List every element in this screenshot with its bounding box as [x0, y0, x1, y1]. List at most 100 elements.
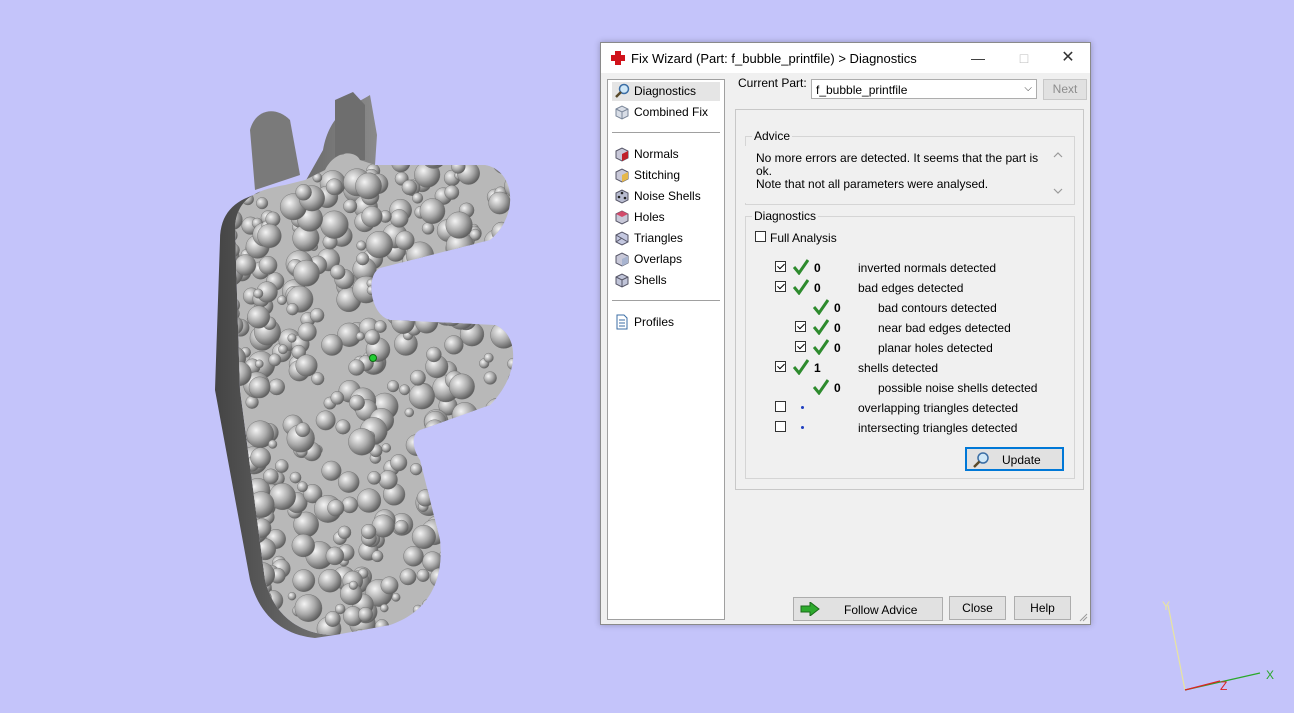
- full-analysis-checkbox[interactable]: [755, 231, 766, 242]
- bubble-f-model: [215, 92, 514, 638]
- row-count: 0: [834, 301, 841, 315]
- nav-item-label: Normals: [634, 147, 679, 161]
- holes-cube-icon: [615, 210, 629, 225]
- nav-item-combined-fix[interactable]: Combined Fix: [612, 103, 720, 122]
- title-bar[interactable]: Fix Wizard (Part: f_bubble_printfile) > …: [601, 43, 1090, 73]
- z-axis-label: Z: [1220, 679, 1228, 693]
- row-label: possible noise shells detected: [878, 381, 1038, 395]
- maximize-icon: □: [1019, 50, 1029, 66]
- row-label: overlapping triangles detected: [858, 401, 1019, 415]
- advice-line: Note that not all parameters were analys…: [756, 177, 989, 191]
- window-close-button[interactable]: ✕: [1045, 43, 1091, 73]
- current-part-select[interactable]: f_bubble_printfile ⌵: [811, 79, 1037, 99]
- current-part-value: f_bubble_printfile: [816, 83, 908, 97]
- nav-item-label: Stitching: [634, 168, 681, 182]
- nav-item-label: Combined Fix: [634, 105, 709, 119]
- row-checkbox[interactable]: [775, 281, 786, 292]
- row-checkbox[interactable]: [775, 421, 786, 432]
- pending-dot-icon: [801, 426, 804, 429]
- row-label: bad edges detected: [858, 281, 964, 295]
- stitching-cube-icon: [615, 168, 629, 183]
- overlaps-cube-icon: [615, 252, 629, 267]
- row-checkbox[interactable]: [775, 261, 786, 272]
- chevron-down-icon: ⌵: [1024, 83, 1032, 94]
- row-checkbox[interactable]: [795, 341, 806, 352]
- row-count: 0: [834, 341, 841, 355]
- red-cross-icon: [611, 51, 625, 65]
- row-label: shells detected: [858, 361, 939, 375]
- wizard-nav-list: Diagnostics Combined Fix Normals Stitchi…: [607, 79, 725, 620]
- nav-item-overlaps[interactable]: Overlaps: [612, 250, 720, 269]
- fix-wizard-dialog: Fix Wizard (Part: f_bubble_printfile) > …: [600, 42, 1091, 625]
- update-button[interactable]: Update: [965, 447, 1064, 471]
- row-checkbox[interactable]: [795, 321, 806, 332]
- row-checkbox[interactable]: [775, 401, 786, 412]
- green-check-icon: [793, 359, 809, 375]
- magnifier-icon: [615, 83, 630, 98]
- row-checkbox[interactable]: [775, 361, 786, 372]
- dialog-title: Fix Wizard (Part: f_bubble_printfile) > …: [631, 51, 917, 66]
- close-icon: ✕: [1061, 49, 1075, 66]
- green-check-icon: [793, 279, 809, 295]
- pending-dot-icon: [801, 406, 804, 409]
- close-button[interactable]: Close: [949, 596, 1006, 620]
- row-label: bad contours detected: [878, 301, 997, 315]
- nav-item-label: Shells: [634, 273, 667, 287]
- nav-item-normals[interactable]: Normals: [612, 145, 720, 164]
- minimize-icon: —: [971, 50, 985, 66]
- minimize-button[interactable]: —: [955, 43, 1001, 73]
- y-axis-label: Y: [1162, 599, 1171, 613]
- row-count: 0: [814, 261, 821, 275]
- nav-separator: [612, 132, 720, 133]
- diagnostics-group-title: Diagnostics: [752, 209, 819, 223]
- maximize-button: □: [1001, 43, 1047, 73]
- nav-item-label: Triangles: [634, 231, 683, 245]
- row-label: inverted normals detected: [858, 261, 997, 275]
- profiles-document-icon: [616, 314, 628, 330]
- row-count: 0: [834, 321, 841, 335]
- nav-item-shells[interactable]: Shells: [612, 271, 720, 290]
- shells-cube-icon: [615, 273, 629, 288]
- green-check-icon: [813, 319, 829, 335]
- orientation-axes: Y X Z: [1150, 595, 1280, 708]
- row-count: 0: [834, 381, 841, 395]
- nav-item-label: Holes: [634, 210, 665, 224]
- update-label: Update: [1002, 453, 1041, 467]
- nav-item-triangles[interactable]: Triangles: [612, 229, 720, 248]
- normals-cube-icon: [615, 147, 629, 162]
- noise-shells-cube-icon: [615, 189, 629, 204]
- row-count: 0: [814, 281, 821, 295]
- triangles-cube-icon: [615, 231, 629, 246]
- full-analysis-label: Full Analysis: [770, 231, 837, 245]
- nav-item-label: Profiles: [634, 315, 675, 329]
- nav-separator: [612, 300, 720, 301]
- row-label: planar holes detected: [878, 341, 993, 355]
- row-label: intersecting triangles detected: [858, 421, 1018, 435]
- green-check-icon: [793, 259, 809, 275]
- nav-item-noise-shells[interactable]: Noise Shells: [612, 187, 720, 206]
- advice-text: No more errors are detected. It seems th…: [756, 152, 1046, 191]
- help-button[interactable]: Help: [1014, 596, 1071, 620]
- nav-item-label: Overlaps: [634, 252, 683, 266]
- row-count: 1: [814, 361, 821, 375]
- green-arrow-icon: [800, 602, 820, 616]
- follow-advice-label: Follow Advice: [844, 603, 918, 617]
- nav-item-profiles[interactable]: Profiles: [612, 313, 720, 332]
- nav-item-diagnostics[interactable]: Diagnostics: [612, 82, 720, 101]
- next-button: Next: [1043, 79, 1087, 100]
- resize-grip-icon[interactable]: [1078, 612, 1088, 622]
- nav-item-stitching[interactable]: Stitching: [612, 166, 720, 185]
- magnifier-icon: [973, 452, 989, 468]
- advice-group-title: Advice: [752, 129, 793, 143]
- row-label: near bad edges detected: [878, 321, 1011, 335]
- advice-text-area[interactable]: No more errors are detected. It seems th…: [744, 146, 1067, 203]
- follow-advice-button[interactable]: Follow Advice: [793, 597, 943, 621]
- current-part-label: Current Part:: [738, 76, 807, 90]
- x-axis-label: X: [1266, 668, 1275, 682]
- nav-item-label: Noise Shells: [634, 189, 701, 203]
- nav-item-holes[interactable]: Holes: [612, 208, 720, 227]
- green-check-icon: [813, 299, 829, 315]
- green-check-icon: [813, 339, 829, 355]
- nav-item-label: Diagnostics: [634, 84, 697, 98]
- advice-scrollbar[interactable]: [1051, 148, 1065, 198]
